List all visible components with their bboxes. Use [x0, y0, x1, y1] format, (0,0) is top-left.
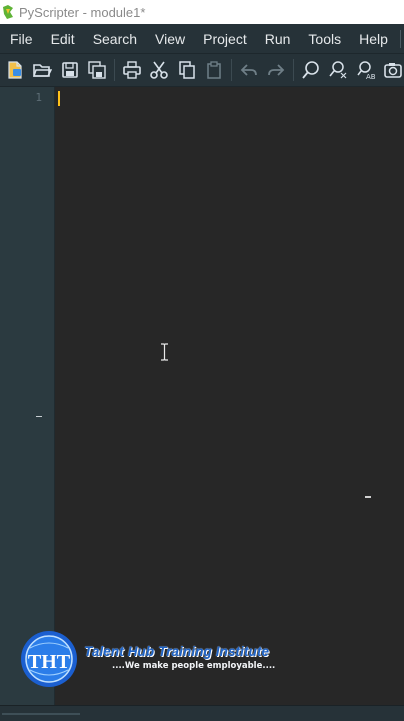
- status-bar: [0, 705, 404, 721]
- pyscripter-app-icon: [2, 5, 14, 19]
- paste-icon[interactable]: [203, 58, 225, 82]
- menu-run[interactable]: Run: [255, 24, 299, 53]
- toolbar-divider: [230, 59, 232, 81]
- line-number-gutter: 1: [0, 87, 55, 705]
- find-in-files-icon[interactable]: [327, 58, 349, 82]
- menu-project[interactable]: Project: [193, 24, 255, 53]
- menu-tools[interactable]: Tools: [298, 24, 349, 53]
- menu-file[interactable]: File: [0, 24, 41, 53]
- menu-view[interactable]: View: [145, 24, 193, 53]
- menu-search[interactable]: Search: [83, 24, 145, 53]
- code-editor[interactable]: [55, 87, 404, 705]
- save-all-icon[interactable]: [87, 58, 109, 82]
- text-caret: [58, 91, 60, 106]
- copy-icon[interactable]: [176, 58, 198, 82]
- screenshot-icon[interactable]: [382, 58, 404, 82]
- status-bar-segment: [2, 713, 80, 715]
- new-file-icon[interactable]: [4, 58, 26, 82]
- open-folder-icon[interactable]: [32, 58, 54, 82]
- replace-icon[interactable]: AB: [355, 58, 377, 82]
- svg-text:AB: AB: [366, 73, 376, 80]
- logo-text: THT: [28, 651, 71, 673]
- print-icon[interactable]: [121, 58, 143, 82]
- watermark: THT Talent Hub Training Institute ....We…: [20, 630, 290, 690]
- redo-icon[interactable]: [265, 58, 287, 82]
- menu-help[interactable]: Help: [349, 24, 396, 53]
- toolbar-divider: [292, 59, 294, 81]
- menu-edit[interactable]: Edit: [41, 24, 83, 53]
- find-icon[interactable]: [300, 58, 322, 82]
- ibeam-cursor-icon: [160, 343, 169, 361]
- institute-name: Talent Hub Training Institute: [84, 644, 270, 659]
- save-icon[interactable]: [59, 58, 81, 82]
- undo-icon[interactable]: [238, 58, 260, 82]
- institute-tagline: ....We make people employable....: [112, 661, 276, 671]
- menu-bar: File Edit Search View Project Run Tools …: [0, 24, 404, 54]
- gutter-marker: [36, 416, 42, 417]
- title-bar: PyScripter - module1*: [0, 0, 404, 24]
- main-toolbar: AB: [0, 54, 404, 87]
- institute-logo: THT: [21, 631, 77, 687]
- line-number: 1: [35, 91, 42, 104]
- cut-icon[interactable]: [148, 58, 170, 82]
- toolbar-divider: [114, 59, 115, 81]
- editor-marker: [365, 496, 371, 498]
- window-title: PyScripter - module1*: [19, 4, 146, 20]
- menu-divider: [399, 29, 401, 48]
